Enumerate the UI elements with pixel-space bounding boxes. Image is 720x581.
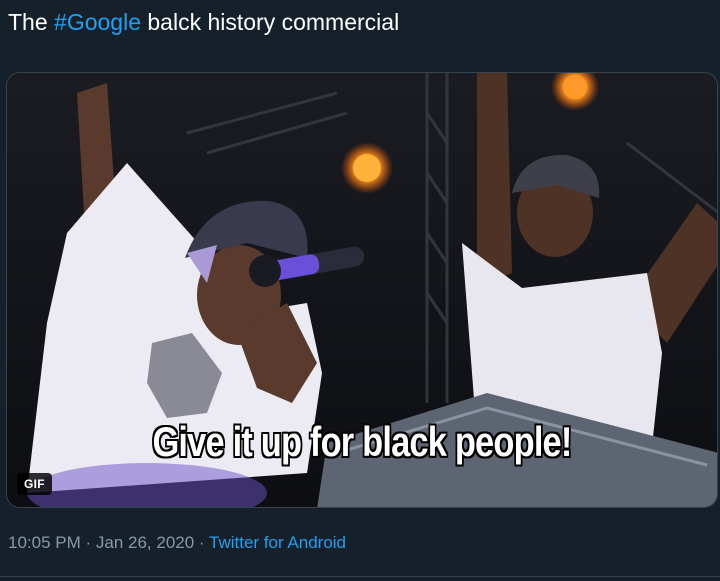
tweet-text-start: The [8,9,55,35]
tweet-text: The #Google balck history commercial [8,6,399,38]
tweet: The #Google balck history commercial Giv… [0,0,720,581]
meta-separator: · [194,533,209,552]
tweet-time[interactable]: 10:05 PM [8,533,81,552]
tweet-source-link[interactable]: Twitter for Android [209,533,346,552]
gif-caption: Give it up for black people! [152,418,572,465]
divider [0,576,720,577]
gif-badge: GIF [17,473,52,495]
tweet-meta: 10:05 PM · Jan 26, 2020 · Twitter for An… [8,533,346,553]
meta-separator: · [80,533,96,552]
tweet-text-end: balck history commercial [141,9,400,35]
gif-media[interactable]: Give it up for black people! GIF [6,72,718,508]
tweet-date[interactable]: Jan 26, 2020 [96,533,194,552]
hashtag-link[interactable]: #Google [54,9,141,35]
